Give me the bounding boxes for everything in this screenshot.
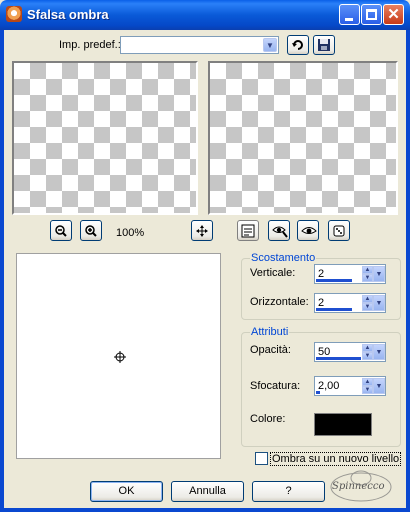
down-arrow-icon[interactable]: ▼ <box>362 274 373 282</box>
opacity-updown[interactable]: ▲ ▼ <box>362 344 373 360</box>
help-button[interactable]: ? <box>252 481 325 502</box>
move-icon <box>196 225 208 237</box>
vertical-slider-bar[interactable] <box>316 279 352 282</box>
preview-after <box>208 61 398 215</box>
window-title: Sfalsa ombra <box>27 7 109 22</box>
randomize-button[interactable] <box>328 220 350 241</box>
vertical-label: Verticale: <box>250 267 296 279</box>
proof-button[interactable] <box>237 220 259 241</box>
offset-group-title: Scostamento <box>250 252 317 264</box>
chevron-down-icon[interactable]: ▼ <box>373 344 385 360</box>
new-layer-checkbox-label[interactable]: Ombra su un nuovo livello <box>270 452 402 466</box>
maximize-icon <box>366 9 377 20</box>
up-arrow-icon[interactable]: ▲ <box>362 266 373 274</box>
zoom-in-icon <box>85 225 97 237</box>
zoom-out-button[interactable] <box>50 220 72 241</box>
blur-spinbox[interactable]: 2,00 ▲ ▼ ▼ <box>314 376 386 396</box>
auto-proof-button[interactable] <box>268 220 290 241</box>
chevron-down-icon[interactable]: ▼ <box>263 38 277 52</box>
chevron-down-icon[interactable]: ▼ <box>373 266 385 282</box>
shadow-color-swatch[interactable] <box>314 413 372 436</box>
watermark-text: Spinnecco <box>332 481 385 492</box>
close-button[interactable]: ✕ <box>383 4 404 25</box>
ok-button[interactable]: OK <box>90 481 163 502</box>
close-icon: ✕ <box>387 6 400 23</box>
crosshair-handle-icon[interactable] <box>112 349 128 365</box>
attributes-group-title: Attributi <box>250 326 290 338</box>
vertical-updown[interactable]: ▲ ▼ <box>362 266 373 282</box>
blur-label: Sfocatura: <box>250 380 301 392</box>
app-icon[interactable] <box>6 6 22 22</box>
opacity-label: Opacità: <box>250 344 291 356</box>
proof-icon <box>241 224 255 238</box>
horizontal-updown[interactable]: ▲ ▼ <box>362 295 373 311</box>
vertical-spinbox[interactable]: 2 ▲ ▼ ▼ <box>314 264 386 284</box>
eye-icon <box>301 227 317 234</box>
cancel-button[interactable]: Annulla <box>171 481 244 502</box>
reset-preset-button[interactable] <box>287 35 309 55</box>
preview-before[interactable] <box>12 61 198 215</box>
horizontal-slider-bar[interactable] <box>316 308 352 311</box>
minimize-icon <box>345 18 353 21</box>
floppy-save-icon <box>318 39 330 51</box>
reset-arrow-icon <box>292 40 303 50</box>
up-arrow-icon[interactable]: ▲ <box>362 295 373 303</box>
save-preset-button[interactable] <box>313 35 335 55</box>
horizontal-spinbox[interactable]: 2 ▲ ▼ ▼ <box>314 293 386 313</box>
down-arrow-icon[interactable]: ▼ <box>362 303 373 311</box>
blur-slider-bar[interactable] <box>316 391 320 394</box>
chevron-down-icon[interactable]: ▼ <box>373 378 385 394</box>
chevron-down-icon[interactable]: ▼ <box>373 295 385 311</box>
color-label: Colore: <box>250 413 286 425</box>
blur-value: 2,00 <box>318 380 340 392</box>
maximize-button[interactable] <box>361 4 382 25</box>
opacity-slider-bar[interactable] <box>316 357 361 360</box>
zoom-out-icon <box>55 225 67 237</box>
opacity-spinbox[interactable]: 50 ▲ ▼ ▼ <box>314 342 386 362</box>
pan-button[interactable] <box>191 220 213 241</box>
zoom-in-button[interactable] <box>80 220 102 241</box>
blur-updown[interactable]: ▲ ▼ <box>362 378 373 394</box>
eye-auto-icon <box>272 226 288 238</box>
title-bar: Sfalsa ombra ✕ <box>0 0 410 30</box>
down-arrow-icon[interactable]: ▼ <box>362 386 373 394</box>
preview-toggle-button[interactable] <box>297 220 319 241</box>
new-layer-checkbox[interactable] <box>255 452 268 465</box>
down-arrow-icon[interactable]: ▼ <box>362 352 373 360</box>
zoom-level: 100% <box>116 227 145 239</box>
horizontal-label: Orizzontale: <box>250 296 309 308</box>
up-arrow-icon[interactable]: ▲ <box>362 378 373 386</box>
minimize-button[interactable] <box>339 4 360 25</box>
preset-label: Imp. predef.: <box>59 39 121 51</box>
dice-icon <box>333 225 345 237</box>
up-arrow-icon[interactable]: ▲ <box>362 344 373 352</box>
preset-dropdown[interactable]: ▼ <box>120 36 279 54</box>
